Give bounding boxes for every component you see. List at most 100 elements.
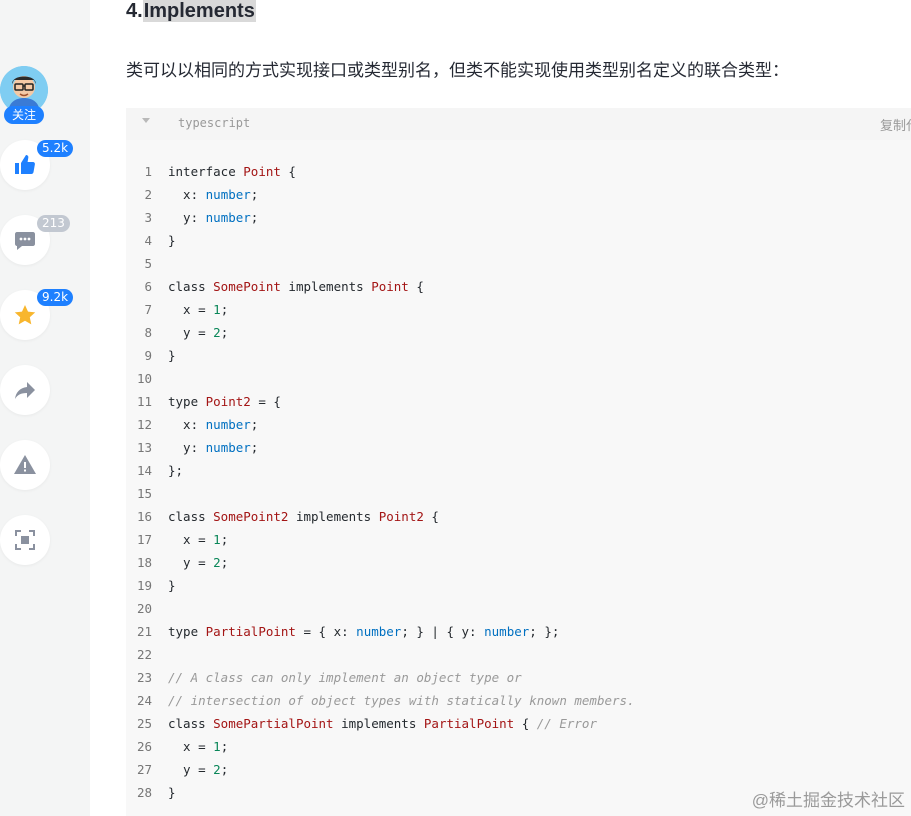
code-token: ; [220, 762, 229, 777]
code-token: ; [220, 325, 229, 340]
code-line-content: class SomePoint2 implements Point2 { [168, 505, 439, 528]
code-token: ; [220, 555, 229, 570]
line-number: 16 [136, 509, 152, 524]
code-line-content: }; [168, 459, 183, 482]
code-block: typescript 复制代 1interface Point {2 x: nu… [126, 108, 911, 816]
copy-code-button[interactable]: 复制代 [880, 115, 911, 134]
code-token: 2 [213, 555, 221, 570]
code-token: ; [220, 739, 229, 754]
code-token: implements [288, 509, 379, 524]
code-line-content: y = 2; [168, 758, 228, 781]
code-token: } [168, 348, 176, 363]
code-line-content: // A class can only implement an object … [168, 666, 522, 689]
collect-count-badge: 9.2k [37, 289, 74, 306]
code-token: x: [168, 417, 206, 432]
code-line-content: } [168, 344, 176, 367]
follow-button[interactable]: 关注 [4, 106, 44, 124]
section-heading: 4.Implements [126, 0, 256, 24]
code-line: 19} [126, 574, 911, 597]
watermark: @稀土掘金技术社区 [751, 791, 905, 810]
code-token: y: [168, 210, 206, 225]
code-token: { [280, 164, 296, 179]
code-token: interface [168, 164, 244, 179]
code-token: number [205, 210, 251, 225]
code-line-content: x = 1; [168, 735, 228, 758]
code-line: 27 y = 2; [126, 758, 911, 781]
code-line: 16 class SomePoint2 implements Point2 { [126, 505, 911, 528]
line-number: 22 [136, 647, 152, 662]
code-token: class [168, 716, 214, 731]
focus-frame-icon [15, 530, 35, 550]
code-token: implements [333, 716, 424, 731]
line-number: 14 [136, 463, 152, 478]
line-number: 26 [136, 739, 152, 754]
line-number: 23 [136, 670, 152, 685]
code-token: } [168, 233, 176, 248]
code-line: 1 interface Point { [126, 160, 911, 183]
code-token: x = [168, 739, 214, 754]
collapse-arrow-icon[interactable] [142, 118, 150, 123]
code-token: SomePartialPoint [213, 716, 334, 731]
code-token: y: [168, 440, 206, 455]
line-number: 3 [144, 210, 152, 225]
article-content: 4.Implements 类可以以相同的方式实现接口或类型别名，但类不能实现使用… [90, 0, 911, 816]
code-line-content: } [168, 574, 176, 597]
comment-count-badge: 213 [37, 215, 70, 232]
code-token: ; [250, 210, 259, 225]
heading-highlight: Implements [142, 0, 256, 22]
report-button[interactable] [0, 440, 50, 490]
share-button[interactable] [0, 365, 50, 415]
code-token: ; [250, 417, 259, 432]
line-number: 18 [136, 555, 152, 570]
line-number: 12 [136, 417, 152, 432]
code-token: Point2 [378, 509, 424, 524]
heading-number: 4. [126, 0, 143, 22]
line-number: 1 [144, 164, 152, 179]
code-token: y = [168, 325, 214, 340]
code-line: 3 y: number; [126, 206, 911, 229]
like-count-badge: 5.2k [37, 140, 74, 157]
code-token: class [168, 509, 214, 524]
code-line-content: } [168, 781, 176, 804]
line-number: 4 [144, 233, 152, 248]
line-number: 2 [144, 187, 152, 202]
code-line-content: type Point2 = { [168, 390, 281, 413]
code-line: 2 x: number; [126, 183, 911, 206]
code-token: ; } | { y: [401, 624, 485, 639]
line-number: 7 [144, 302, 152, 317]
code-line: 10 [126, 367, 911, 390]
code-token: 1 [213, 302, 221, 317]
line-number: 9 [144, 348, 152, 363]
code-token: PartialPoint [423, 716, 515, 731]
code-line-content: y: number; [168, 436, 258, 459]
code-line: 23 // A class can only implement an objec… [126, 666, 911, 689]
code-line: 5 [126, 252, 911, 275]
code-token: // Error [536, 716, 597, 731]
line-number: 11 [136, 394, 152, 409]
code-token: x: [168, 187, 206, 202]
code-token: ; [220, 532, 229, 547]
code-token: y = [168, 762, 214, 777]
code-token: 2 [213, 325, 221, 340]
code-token: SomePoint2 [213, 509, 289, 524]
code-token: { [514, 716, 537, 731]
fullscreen-button[interactable] [0, 515, 50, 565]
code-token: number [484, 624, 530, 639]
code-token: } [168, 578, 176, 593]
author-avatar-group[interactable]: 关注 [0, 66, 50, 124]
code-token: ; [250, 187, 259, 202]
code-line-content: type PartialPoint = { x: number; } | { y… [168, 620, 559, 643]
code-token: 2 [213, 762, 221, 777]
line-number: 28 [136, 785, 152, 800]
line-number: 24 [136, 693, 152, 708]
code-token: // intersection of object types with sta… [168, 693, 635, 708]
code-lines: 1 interface Point {2 x: number; 3 y: numbe… [126, 160, 911, 804]
line-number: 5 [144, 256, 152, 271]
code-line-content: class SomePoint implements Point { [168, 275, 424, 298]
code-line: 12 x: number; [126, 413, 911, 436]
code-token: Point2 [205, 394, 251, 409]
code-line: 24 // intersection of object types with s… [126, 689, 911, 712]
code-token: x = [168, 302, 214, 317]
code-line-content: } [168, 229, 176, 252]
line-number: 15 [136, 486, 152, 501]
